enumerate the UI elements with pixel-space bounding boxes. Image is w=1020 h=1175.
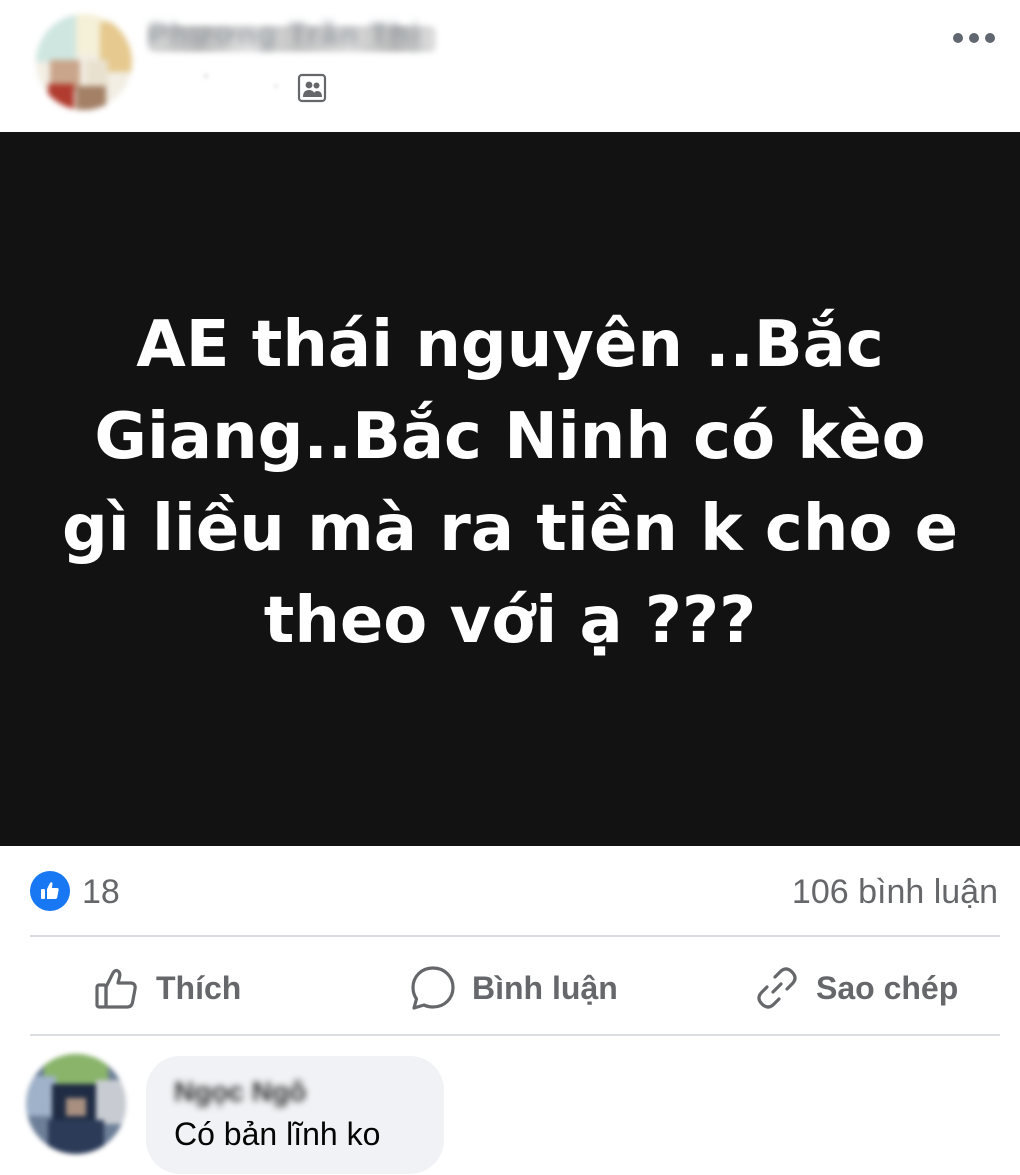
commenter-name[interactable]: Ngọc Ngô	[174, 1076, 306, 1108]
like-button[interactable]: Thích	[92, 956, 241, 1020]
divider	[30, 1034, 1000, 1036]
author-avatar[interactable]	[36, 14, 132, 110]
comment-button[interactable]: Bình luận	[408, 956, 618, 1020]
author-name[interactable]: Phương Trần Thị	[148, 18, 438, 58]
post-text-background: AE thái nguyên ..Bắc Giang..Bắc Ninh có …	[0, 132, 1020, 846]
post-header: Phương Trần Thị	[0, 0, 1020, 132]
comment-text: Có bản lĩnh ko	[174, 1116, 381, 1152]
post-timestamp-blur	[204, 74, 278, 88]
post-text-line: Giang..Bắc Ninh có kèo	[94, 400, 926, 474]
post-text: AE thái nguyên ..Bắc Giang..Bắc Ninh có …	[60, 299, 960, 667]
comment: Ngọc Ngô Có bản lĩnh ko	[0, 1038, 1020, 1175]
action-bar: Thích Bình luận Sao chép	[0, 938, 1020, 1036]
reaction-count[interactable]: 18	[82, 873, 120, 911]
post-text-line: AE thái nguyên ..Bắc	[136, 308, 884, 382]
comment-count[interactable]: 106 bình luận	[792, 873, 998, 911]
more-options-icon	[953, 33, 995, 43]
thumbs-up-icon	[41, 882, 59, 899]
more-options-button[interactable]	[948, 22, 1000, 54]
like-reaction-icon[interactable]	[30, 871, 70, 911]
comment-bubble: Ngọc Ngô Có bản lĩnh ko	[146, 1056, 444, 1174]
comment-bubble-icon	[408, 963, 458, 1013]
comment-button-label: Bình luận	[472, 969, 618, 1006]
commenter-avatar[interactable]	[26, 1054, 126, 1154]
post-text-line: theo với ạ ???	[263, 584, 757, 658]
friends-audience-icon[interactable]	[297, 73, 327, 103]
post-text-line: gì liều mà ra tiền k cho e	[61, 492, 959, 566]
copy-link-button[interactable]: Sao chép	[752, 956, 958, 1020]
like-button-label: Thích	[156, 969, 242, 1006]
copy-link-button-label: Sao chép	[816, 969, 959, 1006]
thumbs-up-outline-icon	[92, 963, 142, 1013]
reaction-stats: 18 106 bình luận	[0, 846, 1020, 936]
link-icon	[752, 963, 802, 1013]
divider	[30, 935, 1000, 937]
